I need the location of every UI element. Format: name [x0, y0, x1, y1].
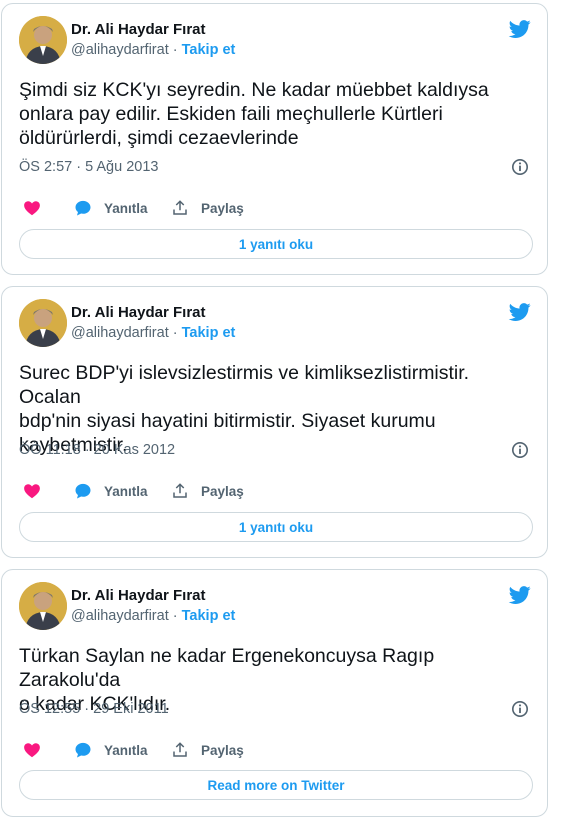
author-handle[interactable]: @alihaydarfirat	[71, 608, 169, 624]
share-icon	[173, 742, 187, 757]
author-handle-line: @alihaydarfirat · Takip et	[71, 42, 235, 58]
author-handle-line: @alihaydarfirat · Takip et	[71, 325, 235, 341]
read-replies-button[interactable]: 1 yanıtı oku	[19, 229, 533, 259]
speech-bubble-icon	[75, 483, 91, 499]
tweet-text-line: onlara pay edilir. Eskiden faili meçhull…	[19, 103, 443, 125]
twitter-bird-icon[interactable]	[507, 584, 533, 606]
twitter-bird-icon[interactable]	[507, 18, 533, 40]
author-handle-line: @alihaydarfirat · Takip et	[71, 608, 235, 624]
tweet-text-line: Türkan Saylan ne kadar Ergenekoncuysa Ra…	[19, 645, 435, 691]
follow-link[interactable]: Takip et	[182, 42, 236, 58]
tweet-timestamp[interactable]: ÖS 12:55 · 29 Eki 2011	[19, 701, 169, 717]
author-handle[interactable]: @alihaydarfirat	[71, 325, 169, 341]
avatar[interactable]	[19, 582, 67, 630]
author-name[interactable]: Dr. Ali Haydar Fırat	[71, 587, 206, 604]
tweet-actions: Yanıtla Paylaş	[19, 199, 419, 221]
author-name[interactable]: Dr. Ali Haydar Fırat	[71, 304, 206, 321]
tweet-text-line: Şimdi siz KCK'yı seyredin. Ne kadar müeb…	[19, 79, 489, 101]
share-label: Paylaş	[201, 483, 244, 499]
avatar[interactable]	[19, 299, 67, 347]
reply-label: Yanıtla	[104, 742, 148, 758]
avatar[interactable]	[19, 16, 67, 64]
like-button[interactable]	[23, 482, 53, 500]
share-label: Paylaş	[201, 200, 244, 216]
share-icon	[173, 200, 187, 215]
tweet-actions: Yanıtla Paylaş	[19, 741, 419, 763]
follow-link[interactable]: Takip et	[182, 608, 236, 624]
tweet-header: Dr. Ali Haydar Fırat @alihaydarfirat · T…	[19, 299, 539, 349]
reply-button[interactable]: Yanıtla	[74, 199, 148, 217]
tweet-timestamp[interactable]: ÖÖ 11:18 · 20 Kas 2012	[19, 442, 175, 458]
separator-dot: ·	[172, 608, 178, 624]
speech-bubble-icon	[75, 200, 91, 216]
like-button[interactable]	[23, 199, 53, 217]
tweet-header: Dr. Ali Haydar Fırat @alihaydarfirat · T…	[19, 582, 539, 632]
heart-icon	[24, 484, 40, 499]
separator-dot: ·	[172, 42, 178, 58]
tweet-text-line: Surec BDP'yi islevsizlestirmis ve kimlik…	[19, 362, 470, 408]
info-icon[interactable]	[511, 441, 529, 459]
tweet-text: Şimdi siz KCK'yı seyredin. Ne kadar müeb…	[19, 78, 534, 150]
author-handle[interactable]: @alihaydarfirat	[71, 42, 169, 58]
info-icon[interactable]	[511, 158, 529, 176]
tweet-card[interactable]: Dr. Ali Haydar Fırat @alihaydarfirat · T…	[1, 569, 548, 817]
like-button[interactable]	[23, 741, 53, 759]
tweet-card[interactable]: Dr. Ali Haydar Fırat @alihaydarfirat · T…	[1, 286, 548, 558]
author-name[interactable]: Dr. Ali Haydar Fırat	[71, 21, 206, 38]
tweet-text-line: öldürürlerdi, şimdi cezaevlerinde	[19, 127, 299, 149]
tweet-header: Dr. Ali Haydar Fırat @alihaydarfirat · T…	[19, 16, 539, 66]
tweet-actions: Yanıtla Paylaş	[19, 482, 419, 504]
reply-label: Yanıtla	[104, 483, 148, 499]
tweet-text-line: bdp'nin siyasi hayatini bitirmistir. Siy…	[19, 410, 436, 432]
tweet-timestamp[interactable]: ÖS 2:57 · 5 Ağu 2013	[19, 159, 158, 175]
speech-bubble-icon	[75, 742, 91, 758]
tweet-card[interactable]: Dr. Ali Haydar Fırat @alihaydarfirat · T…	[1, 3, 548, 275]
info-icon[interactable]	[511, 700, 529, 718]
reply-button[interactable]: Yanıtla	[74, 482, 148, 500]
reply-label: Yanıtla	[104, 200, 148, 216]
share-button[interactable]: Paylaş	[171, 199, 244, 217]
heart-icon	[24, 743, 40, 758]
read-replies-button[interactable]: 1 yanıtı oku	[19, 512, 533, 542]
share-label: Paylaş	[201, 742, 244, 758]
separator-dot: ·	[172, 325, 178, 341]
reply-button[interactable]: Yanıtla	[74, 741, 148, 759]
read-more-button[interactable]: Read more on Twitter	[19, 770, 533, 800]
share-icon	[173, 483, 187, 498]
heart-icon	[24, 201, 40, 216]
share-button[interactable]: Paylaş	[171, 741, 244, 759]
share-button[interactable]: Paylaş	[171, 482, 244, 500]
follow-link[interactable]: Takip et	[182, 325, 236, 341]
twitter-bird-icon[interactable]	[507, 301, 533, 323]
